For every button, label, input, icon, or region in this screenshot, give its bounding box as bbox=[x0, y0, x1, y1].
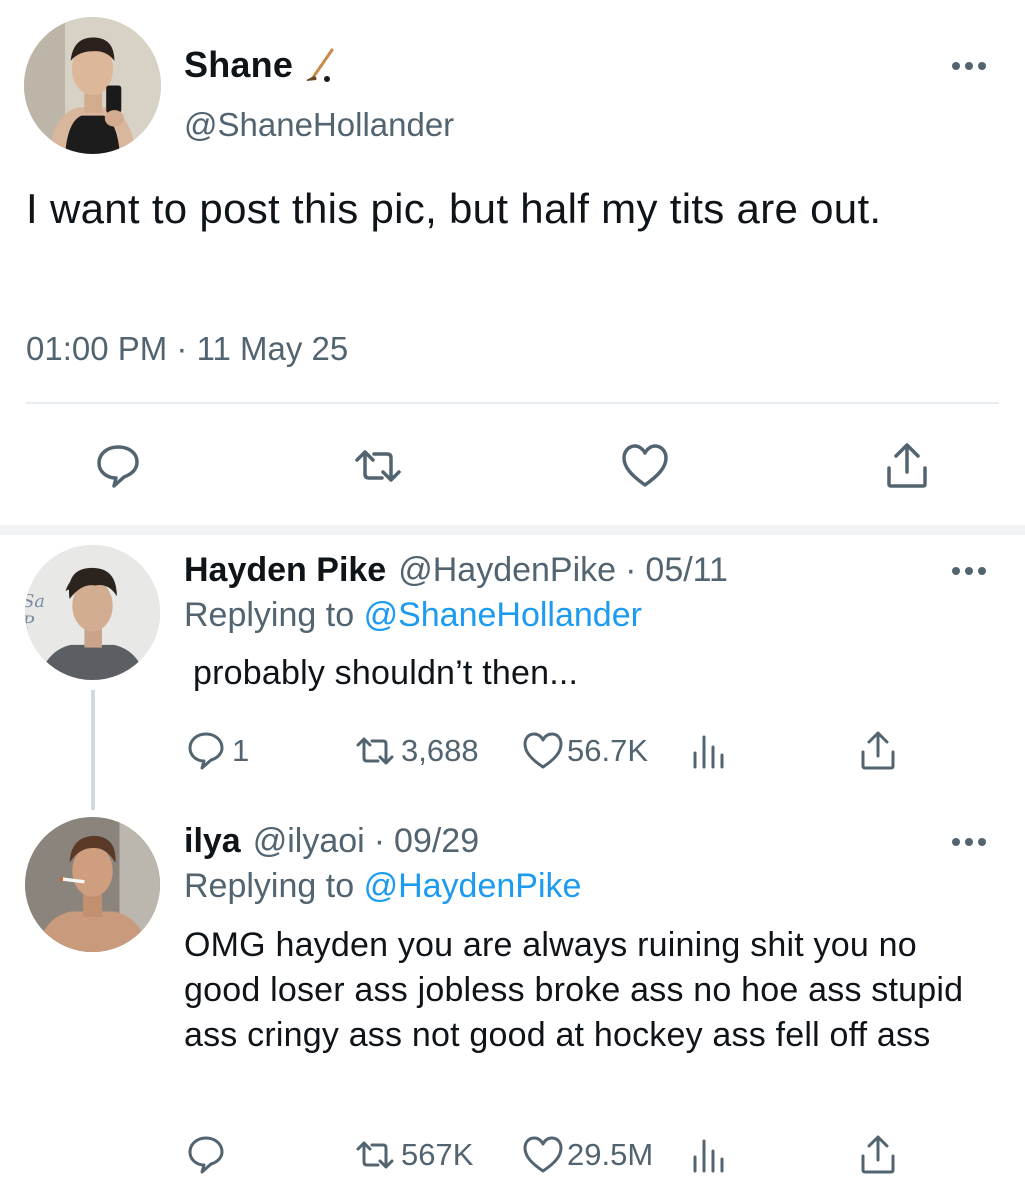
author-name[interactable]: Shane bbox=[184, 44, 337, 86]
share-button[interactable] bbox=[858, 731, 898, 771]
tweet-time: 01:00 PM bbox=[26, 330, 168, 367]
replying-prefix: Replying to bbox=[184, 596, 355, 634]
meta-separator: · bbox=[167, 330, 197, 367]
reply-author-handle[interactable]: @HaydenPike bbox=[398, 551, 616, 590]
retweet-button[interactable] bbox=[354, 442, 402, 490]
share-icon bbox=[861, 731, 895, 770]
reply-separator: · bbox=[625, 551, 637, 589]
reply-icon bbox=[188, 732, 224, 770]
avatar-sign-text-1: Sa bbox=[25, 592, 45, 612]
thread-connector bbox=[91, 690, 95, 810]
views-icon bbox=[693, 1139, 724, 1173]
retweet-icon bbox=[355, 450, 401, 482]
like-button[interactable]: 56.7K bbox=[523, 731, 648, 771]
retweet-icon bbox=[356, 1141, 394, 1169]
replying-mention[interactable]: @ShaneHollander bbox=[364, 596, 642, 634]
retweet-button[interactable]: 567K bbox=[355, 1135, 473, 1175]
more-icon bbox=[952, 567, 986, 575]
author-name-text[interactable]: Shane bbox=[184, 44, 293, 86]
retweet-button[interactable]: 3,688 bbox=[355, 731, 479, 771]
like-button[interactable] bbox=[621, 442, 669, 490]
share-icon bbox=[861, 1135, 895, 1174]
share-button[interactable] bbox=[883, 442, 931, 490]
reply-author-name[interactable]: ilya bbox=[184, 822, 241, 861]
like-count: 56.7K bbox=[567, 733, 649, 768]
reply-avatar-hayden[interactable]: Sa P bbox=[25, 545, 160, 680]
like-button[interactable]: 29.5M bbox=[523, 1135, 653, 1175]
tweet-timestamp[interactable]: 01:00 PM · 11 May 25 bbox=[26, 330, 348, 368]
section-separator bbox=[0, 525, 1025, 535]
reply-avatar-ilya[interactable] bbox=[25, 817, 160, 952]
views-button[interactable] bbox=[690, 1135, 730, 1175]
tweet-text: I want to post this pic, but half my tit… bbox=[26, 185, 882, 232]
reply-author-name[interactable]: Hayden Pike bbox=[184, 551, 386, 590]
views-button[interactable] bbox=[690, 731, 730, 771]
more-icon bbox=[952, 838, 986, 846]
author-avatar[interactable] bbox=[24, 17, 161, 154]
heart-icon bbox=[622, 444, 668, 487]
reply-icon bbox=[188, 1136, 224, 1174]
reply-header: Hayden Pike @HaydenPike · 05/11 bbox=[184, 551, 728, 590]
reply-count: 1 bbox=[232, 733, 250, 768]
reply-button[interactable]: 1 bbox=[186, 731, 249, 771]
like-count: 29.5M bbox=[567, 1137, 654, 1172]
reply-button[interactable] bbox=[94, 442, 142, 490]
reply-more-button[interactable] bbox=[951, 837, 987, 847]
reply-text: probably shouldn’t then... bbox=[193, 654, 579, 692]
reply-author-handle[interactable]: @ilyaoi bbox=[253, 822, 365, 861]
reply-text: OMG hayden you are always ruining shit y… bbox=[184, 926, 964, 1054]
reply-separator: · bbox=[373, 822, 386, 860]
views-icon bbox=[693, 735, 724, 769]
heart-icon bbox=[523, 732, 563, 769]
share-button[interactable] bbox=[858, 1135, 898, 1175]
replying-prefix: Replying to bbox=[184, 867, 355, 905]
more-icon bbox=[952, 62, 986, 70]
retweet-count: 3,688 bbox=[401, 733, 479, 768]
replying-to: Replying to @ShaneHollander bbox=[184, 596, 642, 635]
reply-button[interactable] bbox=[186, 1135, 232, 1175]
tweet-date: 11 May 25 bbox=[196, 330, 349, 367]
reply-date[interactable]: 09/29 bbox=[394, 822, 479, 861]
retweet-icon bbox=[356, 737, 394, 765]
replying-to: Replying to @HaydenPike bbox=[184, 867, 581, 906]
avatar-sign-text-2: P bbox=[25, 614, 35, 634]
share-icon bbox=[887, 443, 927, 488]
reply-more-button[interactable] bbox=[951, 566, 987, 576]
divider bbox=[26, 402, 999, 404]
reply-header: ilya @ilyaoi · 09/29 bbox=[184, 822, 479, 861]
reply-date[interactable]: 05/11 bbox=[645, 551, 728, 590]
reply-icon bbox=[97, 445, 139, 488]
replying-mention[interactable]: @HaydenPike bbox=[364, 867, 582, 905]
heart-icon bbox=[523, 1136, 563, 1173]
author-handle[interactable]: @ShaneHollander bbox=[184, 106, 454, 144]
hockey-stick-icon bbox=[306, 48, 334, 82]
retweet-count: 567K bbox=[401, 1137, 474, 1172]
more-options-button[interactable] bbox=[951, 61, 987, 71]
